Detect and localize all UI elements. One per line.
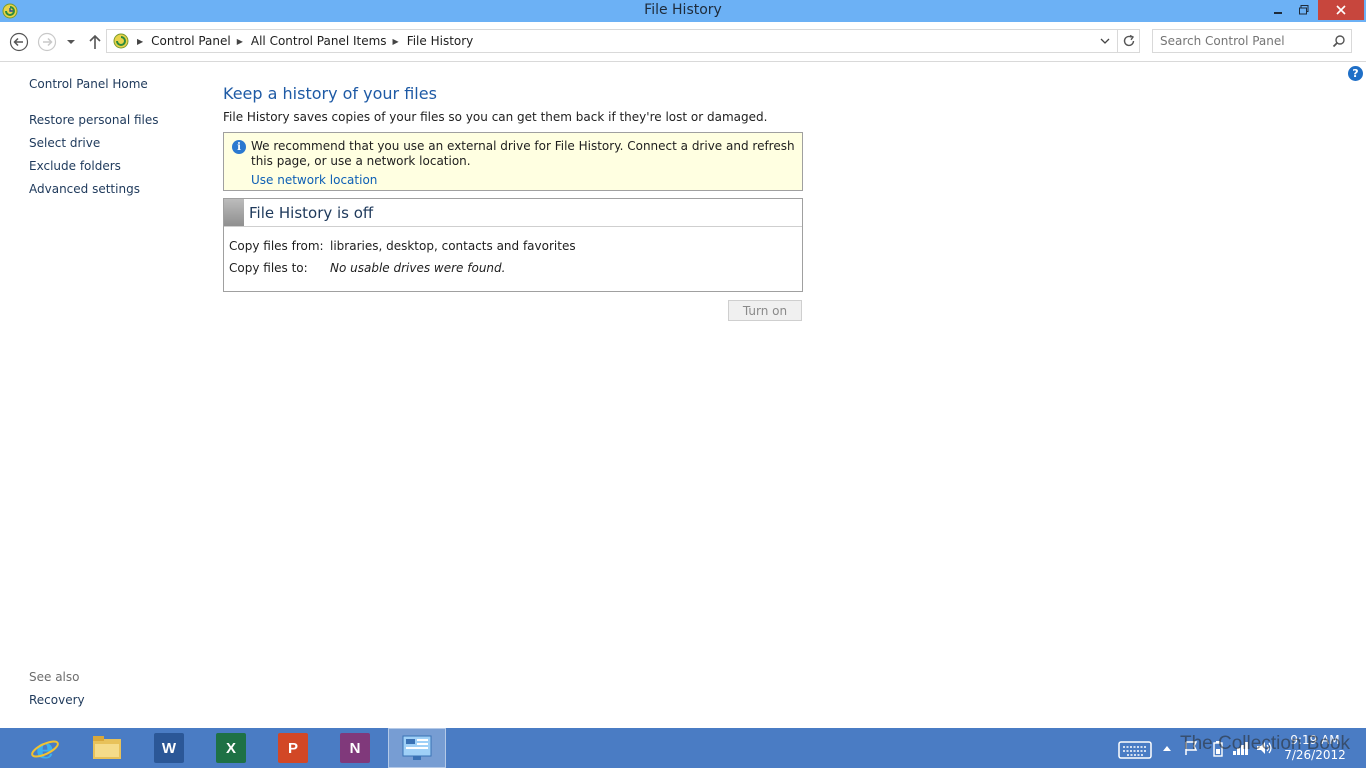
left-navigation-pane: Control Panel Home Restore personal file…: [0, 62, 205, 728]
close-button[interactable]: [1318, 0, 1364, 20]
select-drive-link[interactable]: Select drive: [29, 136, 100, 150]
taskbar-control-panel[interactable]: [388, 728, 446, 768]
page-description: File History saves copies of your files …: [223, 110, 768, 124]
taskbar-powerpoint[interactable]: P: [264, 728, 322, 768]
close-icon: [1336, 5, 1346, 15]
copy-to-row: Copy files to: No usable drives were foun…: [229, 261, 505, 275]
copy-from-label: Copy files from:: [229, 239, 324, 253]
forward-button[interactable]: [36, 31, 58, 53]
breadcrumb-control-panel[interactable]: Control Panel: [151, 34, 231, 48]
chevron-down-icon: [67, 40, 75, 44]
show-hidden-icons-icon[interactable]: [1162, 744, 1172, 752]
address-dropdown-button[interactable]: [1097, 33, 1113, 49]
see-also-label: See also: [29, 670, 80, 684]
internet-explorer-icon: e: [31, 732, 59, 764]
info-icon: i: [232, 140, 246, 154]
page-title: Keep a history of your files: [223, 84, 437, 103]
window-title: File History: [644, 2, 722, 18]
minimize-button[interactable]: [1264, 0, 1292, 20]
taskbar-excel[interactable]: X: [202, 728, 260, 768]
forward-arrow-icon: [37, 32, 57, 52]
search-box[interactable]: [1152, 29, 1352, 53]
help-icon[interactable]: ?: [1348, 66, 1363, 81]
title-bar: File History: [0, 0, 1366, 22]
taskbar-internet-explorer[interactable]: e: [16, 728, 74, 768]
folder-icon: [93, 736, 121, 759]
up-button[interactable]: [84, 31, 106, 53]
copy-from-row: Copy files from: libraries, desktop, cont…: [229, 239, 576, 253]
restore-icon: [1299, 5, 1309, 15]
chevron-down-icon: [1100, 38, 1110, 44]
status-header: File History is off: [224, 199, 802, 227]
up-arrow-icon: [89, 34, 101, 49]
breadcrumb-separator-icon[interactable]: ▶: [393, 37, 399, 46]
exclude-folders-link[interactable]: Exclude folders: [29, 159, 121, 173]
breadcrumb-file-history[interactable]: File History: [407, 34, 474, 48]
taskbar-word[interactable]: W: [140, 728, 198, 768]
taskbar: e W X P N 9:19 AM 7/26/2012: [0, 728, 1366, 768]
taskbar-onenote[interactable]: N: [326, 728, 384, 768]
excel-icon: X: [216, 733, 246, 763]
file-history-icon: [113, 33, 129, 49]
breadcrumb-separator-icon[interactable]: ▶: [137, 37, 143, 46]
use-network-location-link[interactable]: Use network location: [251, 173, 377, 187]
address-bar[interactable]: ▶ Control Panel ▶ All Control Panel Item…: [106, 29, 1140, 53]
file-history-status-panel: File History is off Copy files from: libr…: [223, 198, 803, 292]
search-icon[interactable]: [1332, 34, 1346, 48]
onenote-icon: N: [340, 733, 370, 763]
svg-text:e: e: [36, 732, 54, 764]
word-icon: W: [154, 733, 184, 763]
control-panel-home-link[interactable]: Control Panel Home: [29, 77, 148, 91]
copy-to-label: Copy files to:: [229, 261, 308, 275]
status-indicator: [224, 199, 244, 226]
copy-from-value: libraries, desktop, contacts and favorit…: [330, 239, 576, 253]
recommendation-infobar: i We recommend that you use an external …: [223, 132, 803, 191]
control-panel-icon: [402, 735, 432, 760]
taskbar-file-explorer[interactable]: [78, 728, 136, 768]
copy-to-value: No usable drives were found.: [330, 261, 506, 275]
refresh-button[interactable]: [1117, 30, 1139, 52]
turn-on-button[interactable]: Turn on: [728, 300, 802, 321]
recovery-link[interactable]: Recovery: [29, 693, 85, 707]
status-title: File History is off: [249, 204, 374, 222]
restore-button[interactable]: [1290, 0, 1318, 20]
advanced-settings-link[interactable]: Advanced settings: [29, 182, 140, 196]
recommendation-text: We recommend that you use an external dr…: [251, 139, 795, 168]
back-button[interactable]: [8, 31, 30, 53]
breadcrumb: ▶ Control Panel ▶ All Control Panel Item…: [113, 33, 473, 49]
powerpoint-icon: P: [278, 733, 308, 763]
refresh-icon: [1123, 34, 1134, 47]
touch-keyboard-icon[interactable]: [1118, 738, 1152, 760]
breadcrumb-separator-icon[interactable]: ▶: [237, 37, 243, 46]
minimize-icon: [1274, 12, 1282, 14]
watermark-text: The Collection Book: [1180, 733, 1351, 754]
restore-personal-files-link[interactable]: Restore personal files: [29, 113, 159, 127]
address-row: ▶ Control Panel ▶ All Control Panel Item…: [0, 22, 1366, 62]
search-input[interactable]: [1160, 33, 1330, 49]
breadcrumb-all-items[interactable]: All Control Panel Items: [251, 34, 387, 48]
back-arrow-icon: [9, 32, 29, 52]
recent-locations-button[interactable]: [64, 31, 78, 53]
